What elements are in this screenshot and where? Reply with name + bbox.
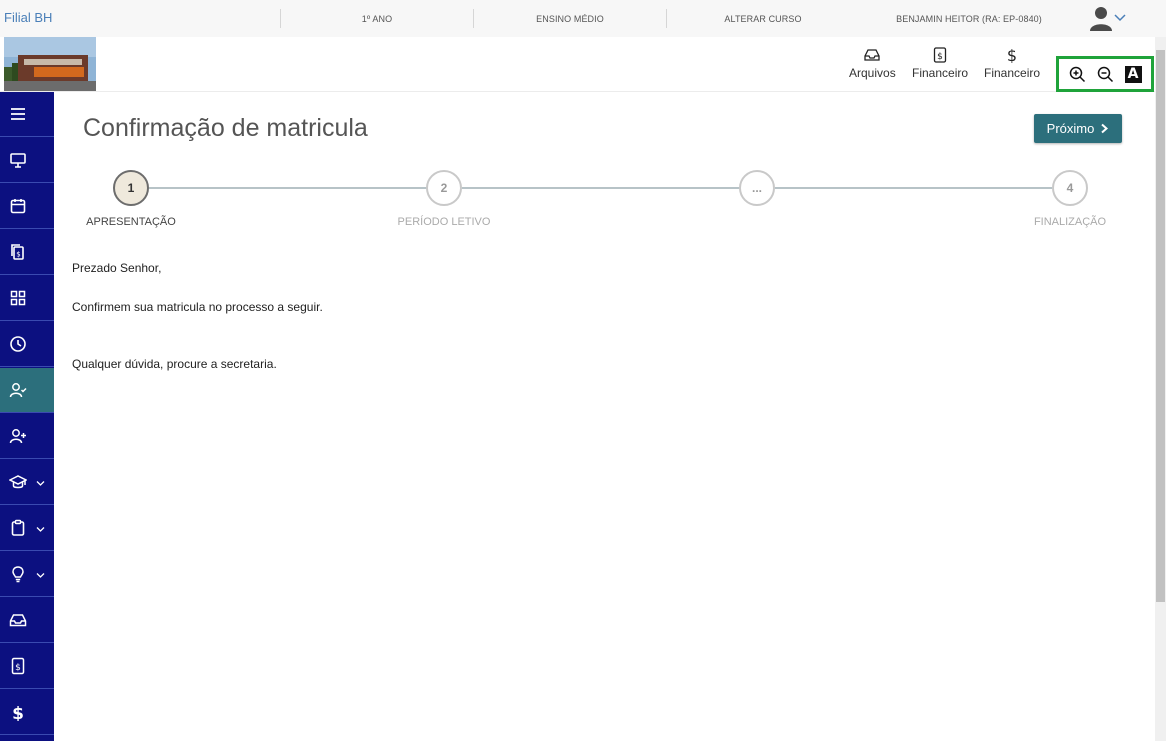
menu-icon [11, 108, 25, 120]
monitor-icon [10, 153, 26, 168]
sidebar-item-documents[interactable]: $ [0, 230, 54, 275]
zoom-in-button[interactable] [1067, 64, 1087, 84]
stepper-connector [462, 187, 740, 189]
dollar-document-icon: $ [933, 47, 947, 63]
step-indicator-4[interactable]: 4 [1052, 170, 1088, 206]
svg-text:$: $ [937, 52, 943, 62]
instruction-text: Confirmem sua matricula no processo a se… [72, 300, 323, 314]
zoom-out-button[interactable] [1095, 64, 1115, 84]
help-text: Qualquer dúvida, procure a secretaria. [72, 357, 277, 371]
inbox-icon [9, 614, 27, 627]
chevron-down-icon [36, 527, 45, 532]
app-header: Arquivos $ Financeiro $ Financeiro A [0, 37, 1155, 92]
user-avatar-icon[interactable] [1088, 5, 1114, 31]
step-indicator-3[interactable]: ... [739, 170, 775, 206]
sidebar: $ $ $ [0, 92, 54, 741]
svg-text:$: $ [1007, 47, 1017, 63]
sidebar-item-files[interactable] [0, 598, 54, 643]
svg-text:$: $ [15, 663, 21, 673]
student-name: BENJAMIN HEITOR (RA: EP-0840) [896, 13, 1042, 24]
chevron-down-icon [36, 481, 45, 486]
header-link-files[interactable]: Arquivos [849, 47, 896, 80]
header-link-financial-document[interactable]: $ Financeiro [912, 47, 968, 80]
level-indicator: ENSINO MÉDIO [473, 9, 666, 28]
sidebar-item-enrollment-confirmation[interactable] [0, 368, 54, 413]
sidebar-item-financial[interactable]: $ [0, 690, 54, 735]
year-indicator: 1º ANO [280, 9, 473, 28]
sidebar-item-ideas[interactable] [0, 552, 54, 597]
step-indicator-2[interactable]: 2 [426, 170, 462, 206]
chevron-right-icon [1101, 123, 1109, 134]
stepper-connector [775, 187, 1052, 189]
dollar-icon: $ [1007, 47, 1017, 63]
calendar-icon [10, 199, 26, 214]
sidebar-item-apps[interactable] [0, 276, 54, 321]
next-button[interactable]: Próximo [1034, 114, 1122, 143]
sidebar-item-history[interactable] [0, 322, 54, 367]
next-button-label: Próximo [1046, 121, 1095, 136]
sidebar-item-clipboard[interactable] [0, 506, 54, 551]
zoom-out-icon [1097, 66, 1113, 82]
sidebar-item-add-user[interactable] [0, 414, 54, 459]
step-label-1: APRESENTAÇÃO [86, 216, 176, 228]
change-course-link[interactable]: ALTERAR CURSO [666, 9, 859, 28]
scrollbar-thumb[interactable] [1156, 50, 1165, 602]
documents-icon: $ [11, 244, 24, 260]
branch-name[interactable]: Filial BH [4, 10, 52, 25]
font-contrast-button[interactable]: A [1123, 64, 1143, 84]
lightbulb-icon [12, 566, 24, 583]
clipboard-icon [11, 519, 25, 536]
user-check-icon [9, 383, 27, 398]
grid-icon [10, 290, 26, 306]
sidebar-item-academic[interactable] [0, 460, 54, 505]
clock-icon [10, 336, 26, 352]
step-indicator-1[interactable]: 1 [113, 170, 149, 206]
header-link-financial[interactable]: $ Financeiro [984, 47, 1040, 80]
page-title: Confirmação de matricula [83, 114, 368, 142]
step-label-4: FINALIZAÇÃO [1033, 216, 1107, 228]
sidebar-item-calendar[interactable] [0, 184, 54, 229]
sidebar-item-dashboard[interactable] [0, 138, 54, 183]
chevron-down-icon [36, 573, 45, 578]
inbox-icon [864, 49, 880, 61]
svg-text:$: $ [12, 704, 24, 721]
school-logo [4, 37, 96, 91]
zoom-in-icon [1069, 66, 1085, 82]
dollar-document-icon: $ [11, 657, 25, 675]
sidebar-item-menu[interactable] [0, 92, 54, 137]
stepper-connector [149, 187, 427, 189]
graduation-cap-icon [9, 475, 27, 489]
building-photo [4, 37, 96, 91]
greeting-text: Prezado Senhor, [72, 261, 162, 275]
font-contrast-icon: A [1124, 65, 1142, 83]
sidebar-item-financial-document[interactable]: $ [0, 644, 54, 689]
chevron-down-icon[interactable] [1114, 12, 1126, 22]
svg-text:$: $ [16, 251, 20, 259]
step-label-2: PERÍODO LETIVO [397, 216, 491, 228]
user-plus-icon [9, 429, 26, 444]
top-info-bar: Filial BH 1º ANO ENSINO MÉDIO ALTERAR CU… [0, 0, 1166, 37]
dollar-icon: $ [12, 704, 24, 721]
accessibility-toolbar: A [1056, 56, 1154, 92]
